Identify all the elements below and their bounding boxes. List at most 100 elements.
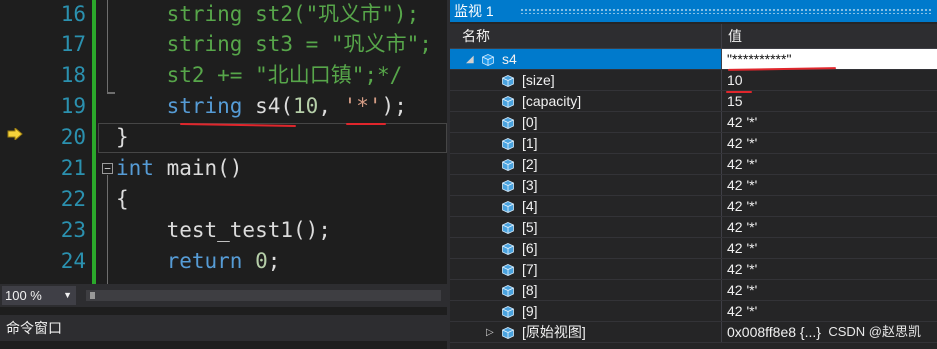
watch-item-value[interactable]: 42 '*' — [727, 238, 757, 259]
watch-row[interactable]: [4] 42 '*' — [450, 196, 937, 217]
gutter-line: 22 — [0, 184, 90, 215]
watch-item-name: [8] — [522, 282, 538, 298]
line-number: 24 — [60, 249, 86, 273]
code-line[interactable]: test_test1(); — [116, 215, 331, 246]
watch-row[interactable]: [8] 42 '*' — [450, 280, 937, 301]
column-separator — [721, 238, 722, 259]
watch-row-selected[interactable]: ◢ s4 "**********" — [450, 49, 937, 70]
code-text: test_test1(); — [116, 218, 331, 242]
code-line[interactable]: int main() — [116, 153, 242, 184]
code-line[interactable]: string st2("巩义市"); — [116, 0, 420, 30]
code-line[interactable]: string s4(10, '*'); — [116, 91, 407, 122]
object-cube-icon — [502, 180, 514, 192]
watch-row[interactable]: [6] 42 '*' — [450, 238, 937, 259]
command-window[interactable]: 命令窗口 — [0, 307, 447, 349]
code-text: int main() — [116, 156, 243, 180]
code-line[interactable]: { — [116, 184, 129, 215]
watch-item-value[interactable]: 42 '*' — [727, 112, 757, 133]
code-text: st2 += "北山口镇";*/ — [116, 63, 403, 87]
watch-panel-title-bar[interactable]: 监视 1 — [450, 0, 937, 22]
column-separator — [721, 112, 722, 133]
object-cube-icon — [482, 54, 494, 66]
object-cube-icon — [502, 306, 514, 318]
line-number: 20 — [60, 125, 86, 149]
fold-guide — [107, 175, 108, 284]
watch-item-value[interactable]: 42 '*' — [727, 196, 757, 217]
scrollbar-left-arrow-icon[interactable] — [90, 292, 101, 299]
horizontal-scrollbar[interactable] — [86, 290, 441, 301]
code-text: string st2("巩义市"); — [116, 2, 420, 26]
watch-item-name: s4 — [502, 51, 517, 67]
line-number: 18 — [60, 63, 86, 87]
column-separator — [721, 196, 722, 217]
column-separator[interactable] — [721, 24, 722, 48]
watch-row[interactable]: [9] 42 '*' — [450, 301, 937, 322]
object-cube-icon — [502, 327, 514, 339]
object-cube-icon — [502, 243, 514, 255]
watch-row[interactable]: [1] 42 '*' — [450, 133, 937, 154]
collapse-icon[interactable]: − — [102, 163, 113, 174]
watch-item-value[interactable]: "**********" — [727, 49, 791, 70]
watch-item-value[interactable]: 0x008ff8e8 {...} — [727, 322, 821, 343]
command-window-tab[interactable]: 命令窗口 — [0, 315, 447, 341]
watch-item-name: [0] — [522, 114, 538, 130]
row-gridline — [450, 342, 937, 343]
line-number: 22 — [60, 187, 86, 211]
object-cube-icon — [502, 96, 514, 108]
code-line[interactable]: } — [116, 122, 129, 153]
object-cube-icon — [502, 75, 514, 87]
column-separator — [721, 259, 722, 280]
watch-panel[interactable]: 监视 1 名称 值 ◢ s4 "**********" [size] 10 [capaci… — [450, 0, 937, 349]
column-separator — [721, 49, 722, 70]
watch-item-value[interactable]: 42 '*' — [727, 175, 757, 196]
collapse-triangle-icon[interactable]: ◢ — [466, 49, 474, 70]
column-separator — [721, 133, 722, 154]
watch-item-value[interactable]: 42 '*' — [727, 133, 757, 154]
zoom-level-dropdown[interactable]: 100 % ▼ — [2, 286, 76, 305]
watch-item-name: [capacity] — [522, 93, 582, 109]
watch-row[interactable]: [3] 42 '*' — [450, 175, 937, 196]
column-separator — [721, 91, 722, 112]
object-cube-icon — [502, 264, 514, 276]
line-number: 17 — [60, 32, 86, 56]
code-line[interactable]: st2 += "北山口镇";*/ — [116, 60, 403, 91]
column-separator — [721, 301, 722, 322]
code-editor[interactable]: 16 17 18 19 20 21 22 23 24 − string st2(… — [0, 0, 447, 284]
code-text: { — [116, 187, 129, 211]
watch-item-name: [9] — [522, 303, 538, 319]
watch-item-value[interactable]: 10 — [727, 70, 743, 91]
watch-item-value[interactable]: 42 '*' — [727, 259, 757, 280]
watch-row[interactable]: [5] 42 '*' — [450, 217, 937, 238]
gutter-line: 23 — [0, 215, 90, 246]
zoom-level-value: 100 % — [5, 288, 42, 303]
watch-item-value[interactable]: 42 '*' — [727, 280, 757, 301]
expand-triangle-icon[interactable]: ▷ — [486, 322, 494, 343]
watch-item-value[interactable]: 15 — [727, 91, 743, 112]
line-number: 21 — [60, 156, 86, 180]
gutter-line: 19 — [0, 91, 90, 122]
column-header-value[interactable]: 值 — [728, 24, 742, 48]
current-statement-arrow-icon — [7, 128, 23, 140]
watch-item-name: [7] — [522, 261, 538, 277]
gutter-line: 18 — [0, 60, 90, 91]
watch-row[interactable]: [size] 10 — [450, 70, 937, 91]
watch-row[interactable]: [2] 42 '*' — [450, 154, 937, 175]
watch-row[interactable]: [capacity] 15 — [450, 91, 937, 112]
fold-guide — [107, 92, 115, 94]
code-line[interactable]: string st3 = "巩义市"; — [116, 29, 432, 60]
watch-item-value[interactable]: 42 '*' — [727, 154, 757, 175]
editor-status-bar: 100 % ▼ — [0, 284, 447, 307]
watch-item-value[interactable]: 42 '*' — [727, 301, 757, 322]
annotation-underline — [346, 123, 386, 125]
code-line[interactable]: return 0; — [116, 246, 281, 277]
column-header-name[interactable]: 名称 — [462, 24, 490, 48]
column-separator — [721, 280, 722, 301]
watch-row[interactable]: [7] 42 '*' — [450, 259, 937, 280]
object-cube-icon — [502, 201, 514, 213]
code-text: return 0; — [166, 249, 281, 273]
watch-item-name: [6] — [522, 240, 538, 256]
watch-column-header: 名称 值 — [450, 24, 937, 49]
object-cube-icon — [502, 159, 514, 171]
watch-row[interactable]: [0] 42 '*' — [450, 112, 937, 133]
watch-item-value[interactable]: 42 '*' — [727, 217, 757, 238]
